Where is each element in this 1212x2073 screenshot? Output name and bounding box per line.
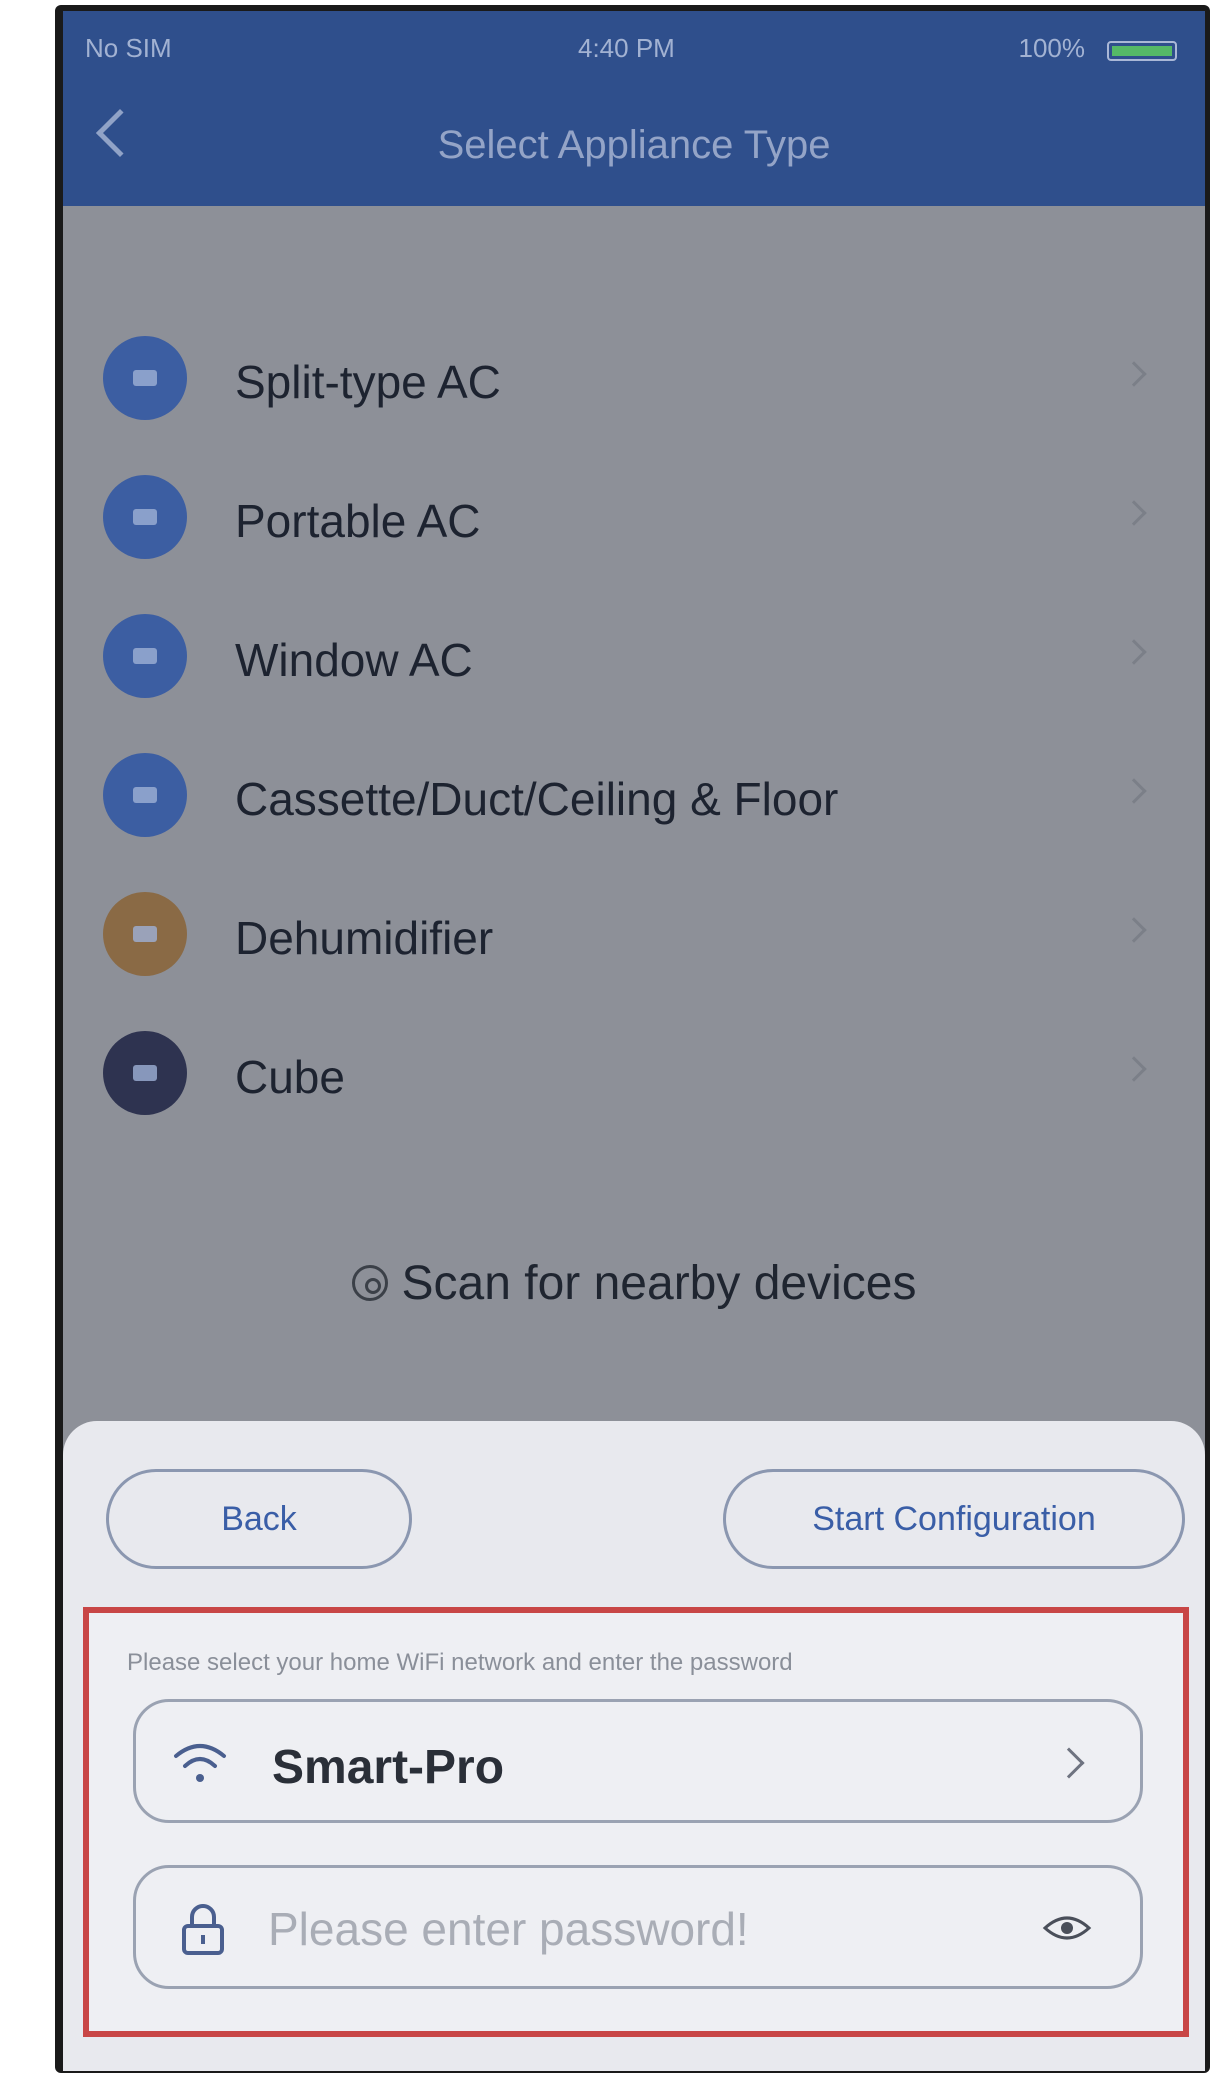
wifi-network-name: Smart-Pro — [272, 1741, 505, 1794]
cube-icon — [103, 1031, 187, 1115]
app-header: No SIM 4:40 PM 100% Select Appliance Typ… — [63, 11, 1205, 206]
wifi-icon — [174, 1744, 226, 1782]
appliance-item-portable-ac[interactable]: Portable AC — [63, 460, 1205, 570]
chevron-right-icon — [1121, 500, 1147, 526]
status-battery: 100% — [1018, 33, 1086, 63]
scan-nearby-button[interactable]: Scan for nearby devices — [63, 1256, 1205, 1311]
lock-icon — [182, 1904, 224, 1955]
appliance-label: Dehumidifier — [235, 912, 494, 964]
wifi-credentials-panel: Please select your home WiFi network and… — [83, 1607, 1189, 2037]
scan-icon — [351, 1265, 388, 1301]
cassette-ac-icon — [103, 753, 187, 837]
scan-label: Scan for nearby devices — [401, 1257, 917, 1310]
wifi-password-field — [133, 1865, 1143, 1989]
status-time: 4:40 PM — [578, 33, 675, 63]
appliance-item-window-ac[interactable]: Window AC — [63, 599, 1205, 709]
eye-icon[interactable] — [1042, 1912, 1092, 1944]
appliance-label: Cassette/Duct/Ceiling & Floor — [235, 773, 839, 825]
appliance-label: Portable AC — [235, 495, 481, 547]
split-ac-icon — [103, 336, 187, 420]
window-ac-icon — [103, 614, 187, 698]
wifi-network-selector[interactable]: Smart-Pro — [133, 1699, 1143, 1823]
appliance-item-split-ac[interactable]: Split-type AC — [63, 321, 1205, 431]
status-carrier: No SIM — [85, 33, 172, 63]
start-configuration-button[interactable]: Start Configuration — [723, 1469, 1185, 1569]
appliance-label: Cube — [235, 1051, 345, 1103]
appliance-item-cassette[interactable]: Cassette/Duct/Ceiling & Floor — [63, 738, 1205, 848]
app-screen: No SIM 4:40 PM 100% Select Appliance Typ… — [63, 11, 1205, 2071]
appliance-label: Window AC — [235, 634, 473, 686]
chevron-right-icon — [1121, 361, 1147, 387]
chevron-right-icon — [1121, 1056, 1147, 1082]
dehumidifier-icon — [103, 892, 187, 976]
chevron-right-icon — [1121, 778, 1147, 804]
wifi-instruction-text: Please select your home WiFi network and… — [127, 1649, 793, 1676]
appliance-label: Split-type AC — [235, 356, 501, 408]
appliance-item-cube[interactable]: Cube — [63, 1016, 1205, 1126]
wifi-config-sheet: Back Start Configuration Please select y… — [63, 1421, 1205, 2071]
appliance-item-dehumidifier[interactable]: Dehumidifier — [63, 877, 1205, 987]
battery-icon — [1107, 41, 1177, 61]
chevron-right-icon — [1121, 917, 1147, 943]
portable-ac-icon — [103, 475, 187, 559]
page-title: Select Appliance Type — [437, 123, 831, 167]
phone-frame: No SIM 4:40 PM 100% Select Appliance Typ… — [55, 5, 1210, 2073]
password-input[interactable] — [266, 1898, 966, 1960]
back-button[interactable]: Back — [106, 1469, 412, 1569]
chevron-right-icon — [1053, 1747, 1085, 1779]
chevron-right-icon — [1121, 639, 1147, 665]
